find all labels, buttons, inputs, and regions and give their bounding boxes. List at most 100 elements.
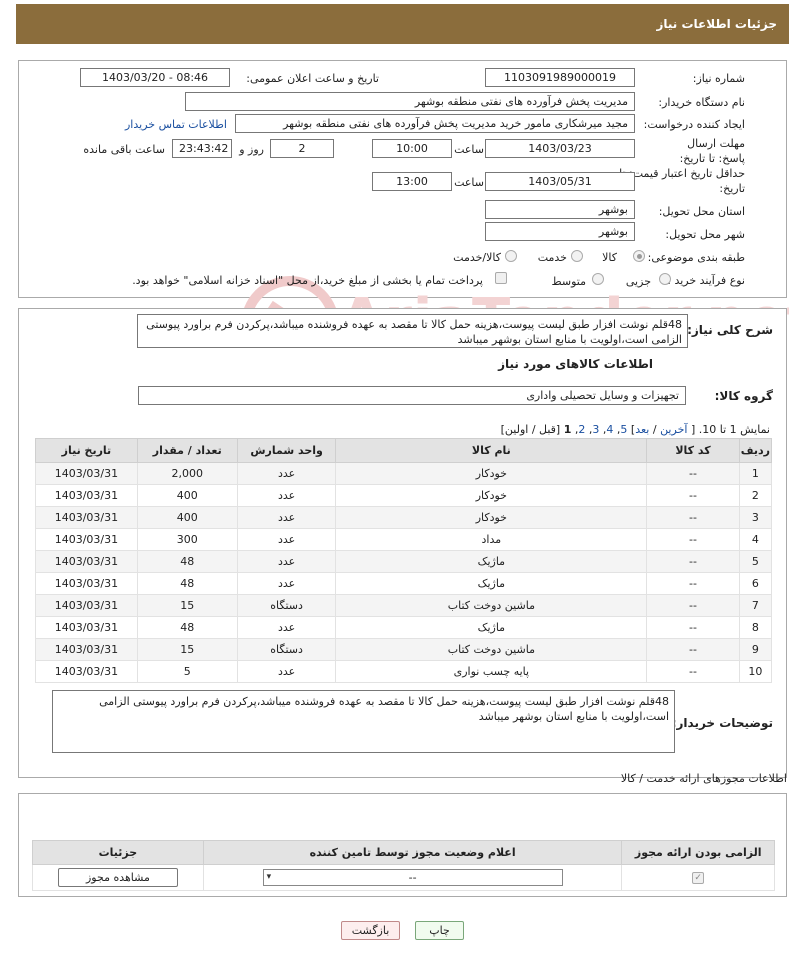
cell-goods-code: -- — [646, 616, 740, 639]
view-permit-button[interactable]: مشاهده مجوز — [57, 868, 178, 887]
cell-goods-code: -- — [646, 550, 740, 573]
col-permit-status: اعلام وضعیت مجوز توسط تامین کننده — [202, 840, 623, 865]
table-row: 2 -- خودکار عدد 400 1403/03/31 — [35, 484, 773, 507]
cell-goods-name: پایه چسب نواری — [335, 660, 648, 683]
pagination-page-2[interactable]: 2 — [578, 423, 585, 436]
table-row: 6 -- ماژیک عدد 48 1403/03/31 — [35, 572, 773, 595]
page-title: جزئیات اطلاعات نیاز — [656, 17, 777, 31]
table-row: 9 -- ماشین دوخت کتاب دستگاه 15 1403/03/31 — [35, 638, 773, 661]
pagination-current-page: 1 — [563, 423, 572, 436]
reply-time-field: 10:00 — [372, 139, 452, 158]
cell-unit: عدد — [236, 550, 337, 573]
cell-need-date: 1403/03/31 — [35, 638, 138, 661]
permits-table: الزامی بودن ارائه مجوز اعلام وضعیت مجوز … — [32, 840, 775, 891]
print-button[interactable]: چاپ — [415, 921, 464, 940]
validity-date-field: 1403/05/31 — [485, 172, 635, 191]
cell-goods-name: ماشین دوخت کتاب — [335, 638, 648, 661]
goods-group-field: تجهیزات و وسایل تحصیلی واداری — [138, 386, 686, 405]
cell-row-number: 6 — [738, 572, 773, 595]
cell-row-number: 8 — [738, 616, 773, 639]
cell-need-date: 1403/03/31 — [35, 506, 138, 529]
announce-field: 1403/03/20 - 08:46 — [80, 68, 230, 87]
table-row: 5 -- ماژیک عدد 48 1403/03/31 — [35, 550, 773, 573]
need-number-label: شماره نیاز: — [692, 72, 745, 85]
cell-goods-code: -- — [646, 594, 740, 617]
cell-quantity: 15 — [136, 594, 238, 617]
col-unit: واحد شمارش — [236, 438, 337, 463]
cell-goods-code: -- — [646, 660, 740, 683]
chevron-down-icon: ▾ — [266, 872, 272, 882]
process-label: نوع فرآیند خرید : — [667, 274, 745, 287]
pagination-page-5[interactable]: 5 — [620, 423, 627, 436]
goods-section-title: اطلاعات کالاهای مورد نیاز — [498, 357, 653, 371]
table-row: 10 -- پایه چسب نواری عدد 5 1403/03/31 — [35, 660, 773, 683]
cell-row-number: 1 — [738, 462, 773, 485]
pagination-page-3[interactable]: 3 — [592, 423, 599, 436]
cell-unit: دستگاه — [236, 638, 337, 661]
cell-need-date: 1403/03/31 — [35, 528, 138, 551]
cell-goods-code: -- — [646, 572, 740, 595]
cell-row-number: 7 — [738, 594, 773, 617]
cell-goods-code: -- — [646, 528, 740, 551]
cell-goods-name: ماژیک — [335, 572, 648, 595]
table-row: 3 -- خودکار عدد 400 1403/03/31 — [35, 506, 773, 529]
permit-required-cell: ✓ — [621, 864, 775, 891]
cell-row-number: 9 — [738, 638, 773, 661]
cell-quantity: 5 — [136, 660, 238, 683]
buyer-org-label: نام دستگاه خریدار: — [658, 96, 745, 109]
permits-table-header: الزامی بودن ارائه مجوز اعلام وضعیت مجوز … — [32, 840, 775, 865]
cell-row-number: 2 — [738, 484, 773, 507]
validity-time-label: ساعت — [454, 176, 484, 189]
cell-quantity: 2,000 — [136, 462, 238, 485]
cell-goods-name: خودکار — [335, 506, 648, 529]
cell-need-date: 1403/03/31 — [35, 572, 138, 595]
cell-need-date: 1403/03/31 — [35, 484, 138, 507]
city-field: بوشهر — [485, 222, 635, 241]
contact-buyer-link[interactable]: اطلاعات تماس خریدار — [125, 118, 227, 131]
creator-label: ایجاد کننده درخواست: — [643, 118, 745, 131]
pagination-page-4[interactable]: 4 — [606, 423, 613, 436]
province-label: استان محل تحویل: — [658, 205, 745, 218]
cell-need-date: 1403/03/31 — [35, 594, 138, 617]
pagination-prefix: نمایش 1 تا 10. [ — [690, 423, 770, 436]
col-permit-required: الزامی بودن ارائه مجوز — [621, 840, 775, 865]
category-label: طبقه بندی موضوعی: — [647, 251, 745, 264]
col-need-date: تاریخ نیاز — [35, 438, 138, 463]
category-service-radio[interactable] — [571, 250, 583, 262]
province-field: بوشهر — [485, 200, 635, 219]
category-goods-service-radio[interactable] — [505, 250, 517, 262]
reply-date-field: 1403/03/23 — [485, 139, 635, 158]
category-goods-radio[interactable] — [633, 250, 645, 262]
cell-goods-name: ماژیک — [335, 616, 648, 639]
reply-time-label: ساعت — [454, 143, 484, 156]
treasury-payment-checkbox[interactable] — [495, 272, 507, 284]
buyer-org-field: مدیریت پخش فرآورده های نفتی منطقه بوشهر — [185, 92, 635, 111]
announce-label: تاریخ و ساعت اعلان عمومی: — [246, 72, 379, 85]
description-label: شرح کلی نیاز: — [687, 323, 773, 337]
table-row: 8 -- ماژیک عدد 48 1403/03/31 — [35, 616, 773, 639]
cell-quantity: 300 — [136, 528, 238, 551]
col-row-number: ردیف — [738, 438, 773, 463]
permit-row: ✓ -- ▾ مشاهده مجوز — [32, 864, 775, 891]
pagination-separator: / — [652, 423, 657, 436]
goods-group-label: گروه کالا: — [714, 389, 773, 403]
permit-status-select[interactable]: -- ▾ — [262, 869, 563, 886]
process-medium-radio[interactable] — [592, 273, 604, 285]
col-goods-code: کد کالا — [646, 438, 740, 463]
cell-unit: عدد — [236, 506, 337, 529]
creator-field: مجید میرشکاری مامور خرید مدیریت پخش فرآو… — [235, 114, 635, 133]
table-row: 1 -- خودکار عدد 2,000 1403/03/31 — [35, 462, 773, 485]
back-button[interactable]: بازگشت — [341, 921, 400, 940]
process-minor-radio[interactable] — [659, 273, 671, 285]
remaining-label: ساعت باقی مانده — [83, 143, 165, 156]
category-service-label: خدمت — [537, 251, 567, 264]
cell-need-date: 1403/03/31 — [35, 550, 138, 573]
cell-quantity: 48 — [136, 572, 238, 595]
col-quantity: تعداد / مقدار — [136, 438, 238, 463]
pagination-next-link[interactable]: بعد — [635, 423, 649, 436]
table-row: 4 -- مداد عدد 300 1403/03/31 — [35, 528, 773, 551]
header-bar: جزئیات اطلاعات نیاز — [16, 4, 789, 44]
cell-row-number: 4 — [738, 528, 773, 551]
pagination-last-link[interactable]: آخرین — [660, 423, 687, 436]
permits-title: اطلاعات مجوزهای ارائه خدمت / کالا — [620, 772, 787, 785]
